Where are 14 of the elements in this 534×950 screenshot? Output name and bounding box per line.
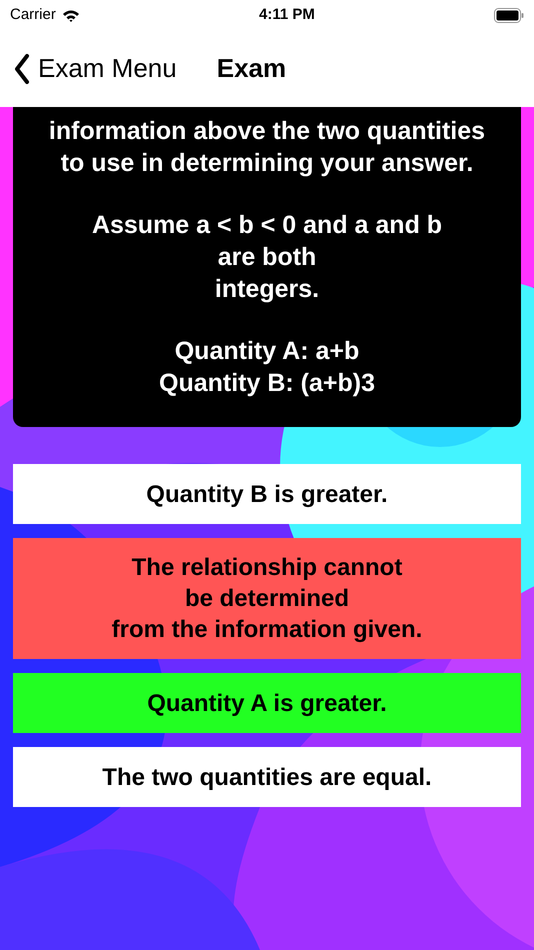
battery-icon (494, 8, 524, 22)
chevron-left-icon (14, 52, 30, 84)
back-button[interactable]: Exam Menu (14, 49, 177, 88)
answer-option[interactable]: The two quantities are equal. (13, 747, 521, 807)
screen-title: Exam (216, 52, 286, 85)
question-text: Quantity A: a+b Quantity B: (a+b)3 (159, 336, 375, 399)
answer-option[interactable]: Quantity A is greater. (13, 673, 521, 733)
question-text: information above the two quantities to use in determining your answer. (48, 116, 486, 179)
answer-option[interactable]: Quantity B is greater. (13, 464, 521, 524)
answer-option[interactable]: The relationship cannot be determined from the information given. (13, 538, 521, 659)
question-text: Assume a < b < 0 and a and b are both integers. (92, 210, 442, 305)
status-time: 4:11 PM (258, 4, 315, 25)
wifi-icon (62, 8, 80, 22)
carrier-label: Carrier (10, 4, 56, 25)
